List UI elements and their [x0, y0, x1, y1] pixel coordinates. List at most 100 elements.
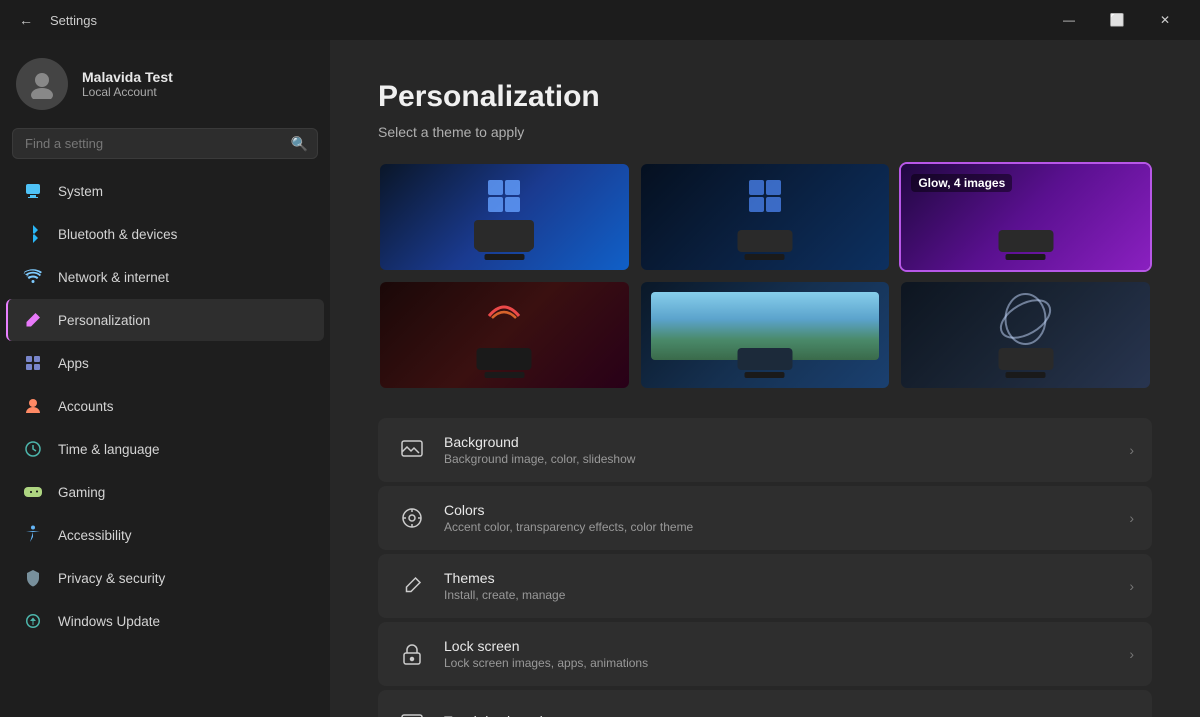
profile-sub: Local Account — [82, 85, 173, 99]
theme-6-logo — [998, 292, 1053, 347]
settings-item-themes[interactable]: Themes Install, create, manage › — [378, 554, 1152, 618]
privacy-icon — [22, 567, 44, 589]
sidebar-label-apps: Apps — [58, 356, 89, 371]
colors-sub: Accent color, transparency effects, colo… — [444, 520, 1113, 534]
system-icon — [22, 180, 44, 202]
sidebar-item-time[interactable]: Time & language — [6, 428, 324, 470]
lockscreen-text: Lock screen Lock screen images, apps, an… — [444, 638, 1113, 670]
sidebar-label-gaming: Gaming — [58, 485, 105, 500]
colors-icon — [396, 502, 428, 534]
theme-card-3[interactable]: Glow, 4 images — [899, 162, 1152, 272]
settings-item-touchkeyboard[interactable]: Touch keyboard › — [378, 690, 1152, 717]
theme-3-taskbar — [998, 230, 1053, 252]
theme-4-logo — [484, 296, 524, 335]
sidebar-item-network[interactable]: Network & internet — [6, 256, 324, 298]
theme-card-1[interactable] — [378, 162, 631, 272]
background-icon — [396, 434, 428, 466]
theme-1-logo — [486, 178, 522, 219]
background-sub: Background image, color, slideshow — [444, 452, 1113, 466]
personalization-icon — [22, 309, 44, 331]
theme-2-logo — [747, 178, 783, 219]
settings-item-background[interactable]: Background Background image, color, slid… — [378, 418, 1152, 482]
touchkeyboard-title: Touch keyboard — [444, 713, 1113, 717]
page-title: Personalization — [378, 80, 1152, 114]
sidebar: Malavida Test Local Account 🔍 System Blu… — [0, 40, 330, 717]
theme-card-5[interactable] — [639, 280, 892, 390]
network-icon — [22, 266, 44, 288]
page-subtitle: Select a theme to apply — [378, 124, 1152, 140]
themes-chevron: › — [1129, 578, 1134, 594]
themes-icon — [396, 570, 428, 602]
lockscreen-chevron: › — [1129, 646, 1134, 662]
theme-6-taskbar — [998, 348, 1053, 370]
theme-card-6[interactable] — [899, 280, 1152, 390]
maximize-button[interactable]: ⬜ — [1094, 4, 1140, 36]
sidebar-label-network: Network & internet — [58, 270, 169, 285]
sidebar-item-update[interactable]: Windows Update — [6, 600, 324, 642]
search-input[interactable] — [12, 128, 318, 159]
lockscreen-sub: Lock screen images, apps, animations — [444, 656, 1113, 670]
profile-section[interactable]: Malavida Test Local Account — [0, 40, 330, 124]
settings-list: Background Background image, color, slid… — [378, 418, 1152, 717]
sidebar-nav: System Bluetooth & devices Network & int… — [0, 169, 330, 707]
sidebar-item-accounts[interactable]: Accounts — [6, 385, 324, 427]
sidebar-label-bluetooth: Bluetooth & devices — [58, 227, 177, 242]
theme-grid: Glow, 4 images — [378, 162, 1152, 390]
accounts-icon — [22, 395, 44, 417]
theme-1-taskbar — [477, 230, 532, 252]
touchkeyboard-icon — [396, 706, 428, 717]
avatar — [16, 58, 68, 110]
profile-info: Malavida Test Local Account — [82, 69, 173, 99]
close-button[interactable]: ✕ — [1142, 4, 1188, 36]
theme-2-taskbar — [737, 230, 792, 252]
lockscreen-title: Lock screen — [444, 638, 1113, 654]
sidebar-item-privacy[interactable]: Privacy & security — [6, 557, 324, 599]
sidebar-label-accessibility: Accessibility — [58, 528, 132, 543]
sidebar-item-system[interactable]: System — [6, 170, 324, 212]
themes-text: Themes Install, create, manage — [444, 570, 1113, 602]
sidebar-label-time: Time & language — [58, 442, 160, 457]
sidebar-item-gaming[interactable]: Gaming — [6, 471, 324, 513]
lockscreen-icon — [396, 638, 428, 670]
gaming-icon — [22, 481, 44, 503]
content-area: Personalization Select a theme to apply — [330, 40, 1200, 717]
theme-5-taskbar — [737, 348, 792, 370]
background-text: Background Background image, color, slid… — [444, 434, 1113, 466]
themes-title: Themes — [444, 570, 1113, 586]
colors-chevron: › — [1129, 510, 1134, 526]
title-bar: ← Settings — ⬜ ✕ — [0, 0, 1200, 40]
sidebar-item-accessibility[interactable]: Accessibility — [6, 514, 324, 556]
sidebar-label-personalization: Personalization — [58, 313, 150, 328]
background-title: Background — [444, 434, 1113, 450]
title-bar-left: ← Settings — [12, 6, 1046, 34]
settings-item-lockscreen[interactable]: Lock screen Lock screen images, apps, an… — [378, 622, 1152, 686]
theme-3-label: Glow, 4 images — [911, 174, 1012, 192]
sidebar-label-system: System — [58, 184, 103, 199]
themes-sub: Install, create, manage — [444, 588, 1113, 602]
theme-4-taskbar — [477, 348, 532, 370]
profile-name: Malavida Test — [82, 69, 173, 85]
sidebar-label-accounts: Accounts — [58, 399, 114, 414]
sidebar-label-update: Windows Update — [58, 614, 160, 629]
bluetooth-icon — [22, 223, 44, 245]
theme-card-4[interactable] — [378, 280, 631, 390]
update-icon — [22, 610, 44, 632]
minimize-button[interactable]: — — [1046, 4, 1092, 36]
sidebar-item-bluetooth[interactable]: Bluetooth & devices — [6, 213, 324, 255]
back-button[interactable]: ← — [12, 6, 40, 34]
window-controls: — ⬜ ✕ — [1046, 4, 1188, 36]
sidebar-item-personalization[interactable]: Personalization — [6, 299, 324, 341]
search-icon: 🔍 — [291, 135, 308, 152]
settings-item-colors[interactable]: Colors Accent color, transparency effect… — [378, 486, 1152, 550]
time-icon — [22, 438, 44, 460]
colors-text: Colors Accent color, transparency effect… — [444, 502, 1113, 534]
apps-icon — [22, 352, 44, 374]
sidebar-item-apps[interactable]: Apps — [6, 342, 324, 384]
touchkeyboard-text: Touch keyboard — [444, 713, 1113, 717]
app-title: Settings — [50, 13, 97, 28]
sidebar-label-privacy: Privacy & security — [58, 571, 165, 586]
theme-card-2[interactable] — [639, 162, 892, 272]
search-container: 🔍 — [12, 128, 318, 159]
main-layout: Malavida Test Local Account 🔍 System Blu… — [0, 40, 1200, 717]
background-chevron: › — [1129, 442, 1134, 458]
